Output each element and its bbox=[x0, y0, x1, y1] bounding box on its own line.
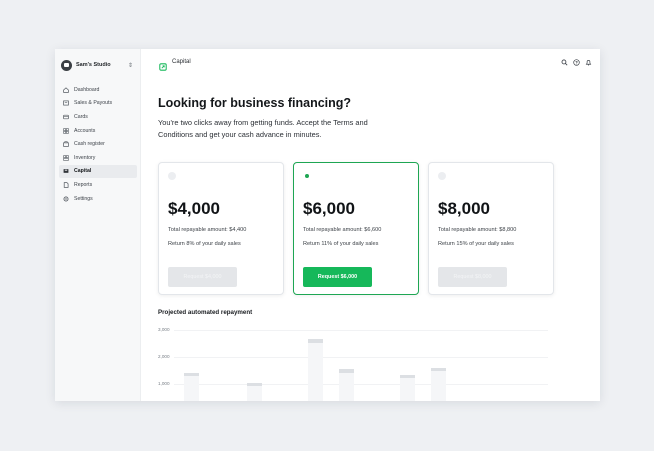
request-button[interactable]: Request $8,000 bbox=[438, 267, 507, 287]
help-icon[interactable] bbox=[573, 59, 580, 66]
top-bar-actions bbox=[561, 59, 592, 66]
grid-icon bbox=[63, 127, 69, 134]
sidebar-item-label: Reports bbox=[74, 181, 93, 188]
request-button[interactable]: Request $4,000 bbox=[168, 267, 237, 287]
sidebar-item-cards[interactable]: Cards bbox=[59, 110, 137, 124]
sidebar-item-settings[interactable]: Settings bbox=[59, 192, 137, 206]
chart-bar bbox=[339, 369, 354, 401]
sidebar-item-label: Cards bbox=[74, 113, 88, 120]
register-icon bbox=[63, 141, 69, 147]
chart-bar bbox=[184, 373, 199, 401]
sidebar-item-reports[interactable]: Reports bbox=[59, 178, 137, 192]
sidebar-item-dashboard[interactable]: Dashboard bbox=[59, 83, 137, 97]
offer-amount: $6,000 bbox=[303, 199, 355, 218]
sidebar-item-label: Dashboard bbox=[74, 86, 100, 93]
home-icon bbox=[63, 87, 69, 93]
chart-bar bbox=[400, 375, 415, 401]
offer-return-rate: Return 8% of your daily sales bbox=[168, 241, 241, 247]
report-icon bbox=[63, 182, 69, 188]
repayment-chart: 3,000 2,000 1,000 bbox=[158, 325, 548, 401]
receipt-icon bbox=[63, 100, 69, 106]
offer-card[interactable]: $8,000 Total repayable amount: $8,800 Re… bbox=[428, 162, 554, 295]
projection-title: Projected automated repayment bbox=[158, 309, 253, 316]
inventory-icon bbox=[63, 155, 69, 161]
org-name: Sam's Studio bbox=[76, 62, 111, 68]
offer-card-selected[interactable]: $6,000 Total repayable amount: $6,600 Re… bbox=[293, 162, 419, 295]
gear-icon bbox=[63, 196, 69, 202]
search-icon[interactable] bbox=[561, 59, 568, 66]
sidebar-item-cash-register[interactable]: Cash register bbox=[59, 137, 137, 151]
offer-radio-selected[interactable] bbox=[303, 172, 311, 180]
chevron-updown-icon: ⇕ bbox=[127, 62, 133, 69]
sidebar-item-label: Sales & Payouts bbox=[74, 100, 113, 107]
chart-bar bbox=[308, 339, 323, 401]
y-tick-label: 3,000 bbox=[158, 327, 170, 332]
capital-icon bbox=[159, 58, 167, 71]
offer-return-rate: Return 11% of your daily sales bbox=[303, 241, 379, 247]
org-avatar bbox=[61, 59, 72, 71]
offer-radio[interactable] bbox=[438, 172, 446, 180]
offer-total-repayable: Total repayable amount: $8,800 bbox=[438, 227, 517, 233]
request-button[interactable]: Request $6,000 bbox=[303, 267, 372, 287]
sidebar-item-label: Cash register bbox=[74, 141, 105, 148]
org-switcher[interactable]: Sam's Studio ⇕ bbox=[61, 58, 133, 72]
page-heading: Looking for business financing? bbox=[158, 96, 352, 110]
sidebar: Sam's Studio ⇕ Dashboard Sales & Payouts… bbox=[55, 49, 141, 401]
breadcrumb: Capital bbox=[159, 58, 191, 71]
offer-card[interactable]: $4,000 Total repayable amount: $4,400 Re… bbox=[158, 162, 284, 295]
chart-bar bbox=[247, 383, 262, 401]
offer-amount: $4,000 bbox=[168, 199, 220, 218]
y-tick-label: 2,000 bbox=[158, 354, 170, 359]
sidebar-item-label: Settings bbox=[74, 195, 93, 202]
sidebar-item-label: Accounts bbox=[74, 127, 96, 134]
chart-bar bbox=[431, 368, 446, 401]
y-tick-label: 1,000 bbox=[158, 381, 170, 386]
sidebar-item-sales-payouts[interactable]: Sales & Payouts bbox=[59, 97, 137, 111]
top-bar: Capital bbox=[141, 49, 600, 77]
gridline bbox=[174, 330, 548, 331]
offer-amount: $8,000 bbox=[438, 199, 490, 218]
app-window: Sam's Studio ⇕ Dashboard Sales & Payouts… bbox=[55, 49, 600, 401]
sidebar-item-inventory[interactable]: Inventory bbox=[59, 151, 137, 165]
sidebar-item-capital[interactable]: Capital bbox=[59, 164, 137, 179]
offer-return-rate: Return 15% of your daily sales bbox=[438, 241, 514, 247]
page-title: Capital bbox=[172, 59, 191, 65]
capital-icon bbox=[63, 168, 69, 174]
page-description: You're two clicks away from getting fund… bbox=[158, 118, 368, 139]
sidebar-nav: Dashboard Sales & Payouts Cards Accounts… bbox=[59, 83, 137, 205]
sidebar-item-label: Capital bbox=[74, 168, 92, 175]
card-icon bbox=[63, 114, 69, 120]
sidebar-item-accounts[interactable]: Accounts bbox=[59, 124, 137, 138]
offer-total-repayable: Total repayable amount: $6,600 bbox=[303, 227, 382, 233]
gridline bbox=[174, 384, 548, 385]
offer-total-repayable: Total repayable amount: $4,400 bbox=[168, 227, 247, 233]
sidebar-item-label: Inventory bbox=[74, 154, 96, 161]
gridline bbox=[174, 357, 548, 358]
bell-icon[interactable] bbox=[585, 59, 592, 66]
offer-radio[interactable] bbox=[168, 172, 176, 180]
